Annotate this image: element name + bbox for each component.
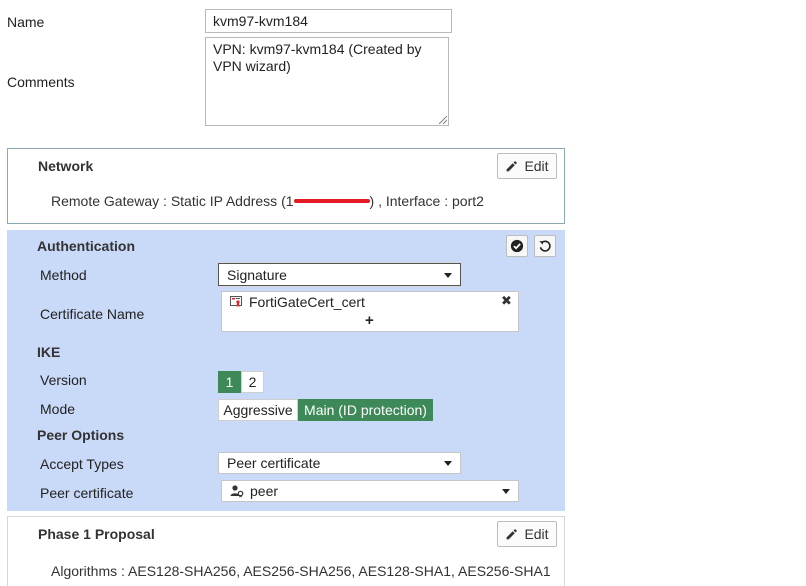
authentication-title: Authentication — [37, 238, 135, 254]
peer-options-title: Peer Options — [37, 427, 125, 443]
apply-button[interactable] — [506, 235, 528, 257]
version-2-option[interactable]: 2 — [241, 371, 264, 393]
network-title: Network — [38, 158, 94, 174]
phase1-proposal-section: Phase 1 Proposal Edit Algorithms : AES12… — [7, 516, 565, 586]
network-edit-button[interactable]: Edit — [497, 153, 557, 179]
version-toggle: 1 2 — [218, 371, 264, 393]
name-input[interactable] — [205, 9, 452, 33]
version-label: Version — [40, 372, 87, 388]
revert-button[interactable] — [534, 235, 556, 257]
remote-gateway-text: Remote Gateway : Static IP Address (1 ) ,… — [51, 193, 484, 209]
remote-gateway-ip-fragment: 1 — [285, 193, 294, 209]
resize-grip-icon[interactable] — [439, 116, 447, 124]
mode-aggressive-option[interactable]: Aggressive — [218, 399, 298, 421]
name-label: Name — [7, 14, 45, 30]
accept-types-select[interactable]: Peer certificate — [218, 452, 461, 474]
accept-types-value: Peer certificate — [227, 455, 321, 471]
phase1-edit-button[interactable]: Edit — [497, 521, 557, 547]
version-1-option[interactable]: 1 — [218, 371, 241, 393]
method-label: Method — [40, 267, 87, 283]
mode-main-option[interactable]: Main (ID protection) — [298, 399, 433, 421]
certificate-selector[interactable]: FortiGateCert_cert ✖ + — [221, 291, 519, 332]
redaction-mark — [293, 199, 370, 203]
redacted-ip — [293, 194, 370, 206]
network-section: Network Edit Remote Gateway : Static IP … — [7, 148, 565, 224]
undo-icon — [539, 240, 551, 252]
certificate-icon — [230, 296, 242, 307]
check-circle-icon — [510, 239, 524, 253]
chevron-down-icon — [502, 489, 510, 494]
remove-certificate-icon[interactable]: ✖ — [501, 293, 512, 309]
method-select[interactable]: Signature — [218, 263, 461, 286]
pencil-icon — [507, 160, 518, 171]
comments-textarea[interactable]: VPN: kvm97-kvm184 (Created by VPN wizard… — [205, 37, 449, 126]
certificate-name-value: FortiGateCert_cert — [249, 294, 365, 310]
chevron-down-icon — [444, 461, 452, 466]
remote-gateway-suffix: ) , Interface : port2 — [369, 193, 484, 209]
pencil-icon — [507, 528, 518, 539]
add-certificate-icon[interactable]: + — [365, 312, 374, 329]
accept-types-label: Accept Types — [40, 456, 124, 472]
peer-certificate-value: peer — [250, 483, 279, 499]
method-value: Signature — [227, 266, 287, 283]
chevron-down-icon — [444, 272, 452, 278]
user-certificate-icon — [230, 485, 244, 498]
algorithms-text: Algorithms : AES128-SHA256, AES256-SHA25… — [51, 563, 551, 579]
mode-toggle: Aggressive Main (ID protection) — [218, 399, 433, 421]
certificate-name-label: Certificate Name — [40, 306, 145, 322]
comments-field-wrapper: VPN: kvm97-kvm184 (Created by VPN wizard… — [205, 37, 449, 126]
comments-label: Comments — [7, 74, 75, 90]
peer-certificate-select[interactable]: peer — [221, 480, 519, 502]
remote-gateway-prefix: Remote Gateway : Static IP Address ( — [51, 193, 286, 209]
peer-certificate-label: Peer certificate — [40, 485, 134, 501]
phase1-edit-label: Edit — [524, 526, 549, 542]
ike-title: IKE — [37, 344, 61, 360]
phase1-title: Phase 1 Proposal — [38, 526, 155, 542]
network-edit-label: Edit — [524, 158, 549, 174]
mode-label: Mode — [40, 401, 76, 417]
